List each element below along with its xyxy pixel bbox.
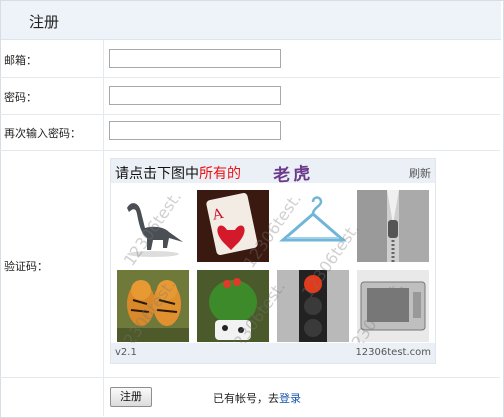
tigers-image[interactable] — [117, 270, 189, 342]
captcha-footer: v2.1 12306test.com — [111, 343, 435, 363]
tv-image[interactable] — [357, 270, 429, 342]
page-title: 注册 — [29, 13, 60, 31]
zipper-image[interactable] — [357, 190, 429, 262]
hanger-image[interactable] — [277, 190, 349, 262]
confirm-password-label: 再次输入密码： — [4, 127, 81, 140]
email-input[interactable] — [109, 49, 281, 68]
captcha-brand: 12306test.com — [355, 347, 431, 358]
captcha-instruction-highlight: 所有的 — [199, 166, 241, 182]
captcha-label: 验证码： — [4, 260, 48, 273]
captcha-version: v2.1 — [115, 347, 137, 358]
dinosaur-image[interactable] — [117, 190, 189, 262]
captcha-target-word: 老虎 — [272, 163, 314, 187]
captcha-widget: 请点击下图中所有的 老虎 刷新 A 12306test. 12306test. … — [110, 158, 436, 364]
cactus-image[interactable] — [197, 270, 269, 342]
login-prompt-text: 已有帐号，去 — [213, 392, 279, 405]
playing-card-image[interactable]: A — [197, 190, 269, 262]
captcha-refresh-button[interactable]: 刷新 — [409, 165, 431, 181]
captcha-instruction: 请点击下图中所有的 — [115, 163, 241, 183]
login-prompt: 已有帐号，去登录 — [213, 390, 301, 406]
login-link[interactable]: 登录 — [279, 392, 301, 405]
confirm-password-input[interactable] — [109, 121, 281, 140]
captcha-instruction-prefix: 请点击下图中 — [115, 166, 199, 182]
traffic-light-image[interactable] — [277, 270, 349, 342]
password-input[interactable] — [109, 86, 281, 105]
password-label: 密码： — [4, 91, 37, 104]
title-bar: 注册 — [1, 1, 501, 40]
register-button[interactable]: 注册 — [110, 387, 152, 407]
email-label: 邮箱： — [4, 54, 37, 67]
